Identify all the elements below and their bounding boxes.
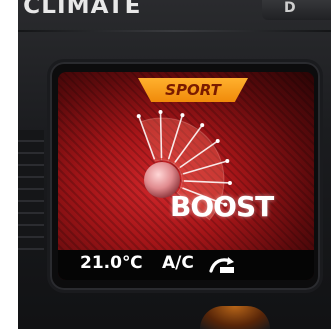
ac-indicator: A/C bbox=[162, 253, 194, 273]
top-right-button[interactable]: D bbox=[262, 0, 331, 20]
boost-gauge bbox=[136, 110, 232, 221]
boost-label: BOOST bbox=[170, 190, 274, 223]
climate-label: CLIMATE bbox=[23, 0, 142, 19]
air-vent bbox=[18, 130, 44, 250]
gauge-tick-dot bbox=[136, 114, 141, 119]
gauge-tick-dot bbox=[200, 123, 205, 128]
control-knob[interactable] bbox=[200, 306, 270, 329]
trim-divider bbox=[18, 30, 331, 32]
temperature-readout: 21.0℃ bbox=[80, 253, 143, 273]
drive-mode-display: SPORT BOOST 21.0℃ A/C bbox=[58, 72, 314, 280]
gauge-tick-dot bbox=[158, 110, 163, 115]
gauge-tick-dot bbox=[215, 138, 220, 143]
recirculation-icon bbox=[209, 257, 234, 273]
gauge-tick-dot bbox=[225, 158, 230, 163]
gauge-tick bbox=[159, 111, 163, 159]
gauge-tick-dot bbox=[180, 113, 185, 118]
climate-status-bar: 21.0℃ A/C bbox=[58, 250, 314, 280]
gauge-tick-dot bbox=[227, 180, 232, 185]
gauge-segment bbox=[140, 117, 163, 162]
